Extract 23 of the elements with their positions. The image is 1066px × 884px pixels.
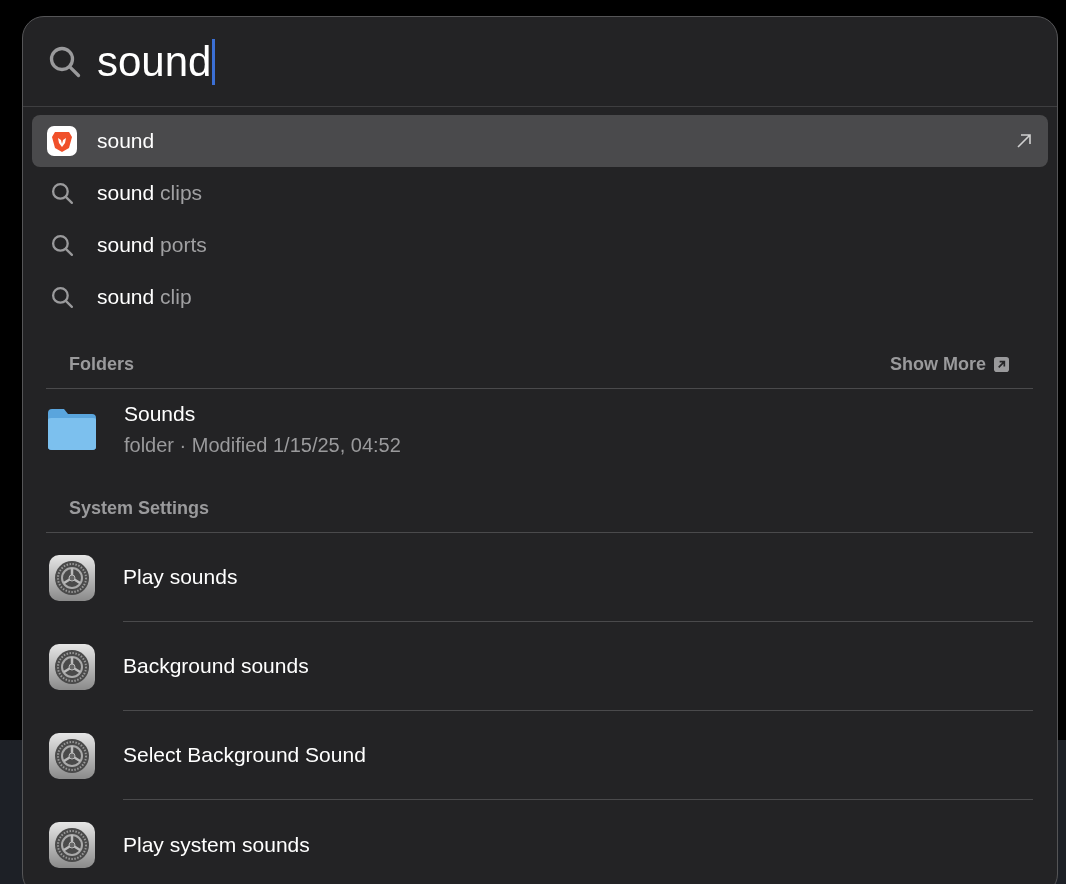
suggestion-item[interactable]: sound <box>32 115 1048 167</box>
search-icon <box>49 232 75 258</box>
search-icon <box>49 180 75 206</box>
settings-result[interactable]: Play sounds <box>123 533 1033 622</box>
search-icon <box>49 284 75 310</box>
suggestion-item[interactable]: sound clip <box>32 271 1048 323</box>
arrow-icon <box>1016 133 1032 149</box>
arrow-icon <box>994 357 1009 372</box>
search-field[interactable]: sound <box>97 30 216 93</box>
folder-icon <box>46 407 98 451</box>
section-heading: System Settings <box>69 497 210 520</box>
gear-app-icon <box>49 732 95 779</box>
settings-result[interactable]: Background sounds <box>123 622 1033 711</box>
gear-app-icon <box>49 554 95 601</box>
gear-app-icon <box>49 821 95 868</box>
settings-result[interactable]: Select Background Sound <box>123 711 1033 800</box>
show-more-link[interactable]: Show More <box>890 351 1009 378</box>
suggestion-item[interactable]: sound clips <box>32 167 1048 219</box>
suggestion-item[interactable]: sound ports <box>32 219 1048 271</box>
settings-result[interactable]: Play system sounds <box>123 800 1033 884</box>
section-heading: Folders <box>69 353 134 376</box>
folder-result[interactable]: Sounds folder · Modified 1/15/25, 04:52 <box>23 389 1057 469</box>
gear-app-icon <box>49 643 95 690</box>
